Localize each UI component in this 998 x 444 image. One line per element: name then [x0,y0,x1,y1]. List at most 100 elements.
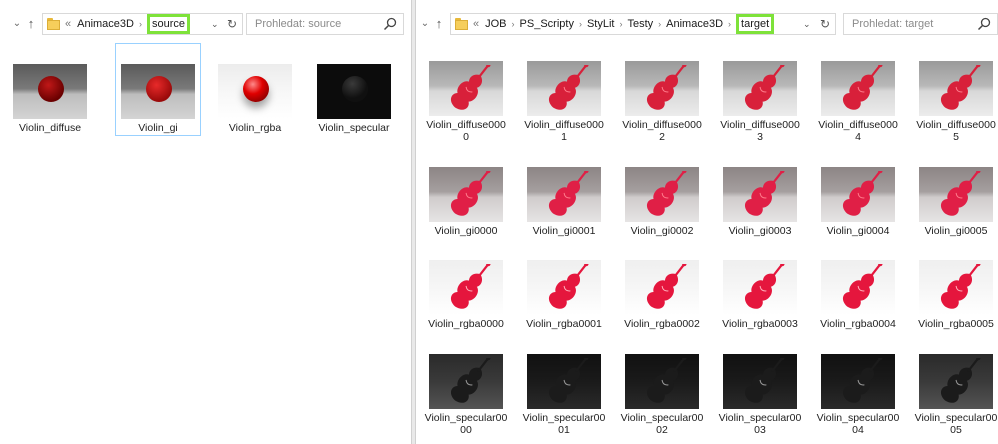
file-item[interactable]: Violin_gi0001 [522,167,606,237]
source-breadcrumb: « Animace3D › source [65,14,191,34]
breadcrumb-separator-icon[interactable]: › [139,14,142,34]
breadcrumb-stylit[interactable]: StyLit [587,14,615,34]
file-thumbnail [429,354,503,409]
file-item[interactable]: Violin_rgba0002 [620,260,704,330]
file-item[interactable]: Violin_specular [312,44,396,135]
file-item[interactable]: Violin_gi [115,43,201,136]
file-name: Violin_diffuse0005 [916,119,996,143]
file-name: Violin_rgba0005 [918,318,994,330]
file-item[interactable]: Violin_specular0004 [816,354,900,436]
file-item[interactable]: Violin_diffuse [8,44,92,135]
file-thumbnail [429,167,503,222]
file-item[interactable]: Violin_diffuse0005 [914,61,998,143]
file-name: Violin_gi0005 [924,225,988,237]
file-thumbnail [821,354,895,409]
violin-render [940,65,981,110]
file-name: Violin_diffuse0000 [426,119,506,143]
violin-render [940,358,981,403]
breadcrumb-target-current[interactable]: target [736,14,775,34]
file-thumbnail [919,61,993,116]
breadcrumb-animace3d[interactable]: Animace3D [77,14,134,34]
file-name: Violin_specular0000 [424,412,508,436]
file-name: Violin_specular0001 [522,412,606,436]
recent-locations-icon[interactable]: ⌄ [10,15,24,33]
source-pane: ⌄ ↑ « Animace3D › source ⌄ ↻ Prohledat: sou… [0,0,411,444]
refresh-icon[interactable]: ↻ [820,14,830,34]
file-item[interactable]: Violin_rgba0000 [424,260,508,330]
target-breadcrumb: «JOB › PS_Scripty › StyLit › Testy › Animace3D › t… [473,14,775,34]
file-item[interactable]: Violin_diffuse0000 [424,61,508,143]
file-thumbnail [121,64,195,119]
violin-render [744,171,785,216]
breadcrumb-separator-icon[interactable]: › [658,14,661,34]
up-arrow-icon[interactable]: ↑ [24,15,38,33]
file-name: Violin_gi [138,122,178,134]
folder-icon [455,18,468,30]
file-name: Violin_specular0002 [620,412,704,436]
file-item[interactable]: Violin_diffuse0001 [522,61,606,143]
address-dropdown-icon[interactable]: ⌄ [211,14,219,34]
file-item[interactable]: Violin_rgba0005 [914,260,998,330]
folder-icon [47,18,60,30]
file-thumbnail [625,61,699,116]
breadcrumb-overflow[interactable]: « [65,14,71,34]
file-item[interactable]: Violin_diffuse0004 [816,61,900,143]
violin-render [548,358,589,403]
file-item[interactable]: Violin_diffuse0003 [718,61,802,143]
file-name: Violin_rgba0001 [526,318,602,330]
file-item[interactable]: Violin_specular0002 [620,354,704,436]
source-address-bar[interactable]: « Animace3D › source ⌄ ↻ [42,13,243,35]
up-arrow-icon[interactable]: ↑ [432,15,446,33]
breadcrumb-separator-icon[interactable]: › [579,14,582,34]
file-thumbnail [527,354,601,409]
file-name: Violin_diffuse0002 [622,119,702,143]
file-item[interactable]: Violin_rgba0003 [718,260,802,330]
file-item[interactable]: Violin_specular0000 [424,354,508,436]
recent-locations-icon[interactable]: ⌄ [418,15,432,33]
refresh-icon[interactable]: ↻ [227,14,237,34]
file-name: Violin_rgba [228,122,282,134]
file-name: Violin_specular [318,122,390,134]
breadcrumb-source-current[interactable]: source [146,14,191,34]
file-name: Violin_specular0005 [914,412,998,436]
breadcrumb-separator-icon[interactable]: › [619,14,622,34]
file-name: Violin_gi0002 [630,225,694,237]
file-item[interactable]: Violin_rgba0001 [522,260,606,330]
file-thumbnail [723,260,797,315]
search-icon[interactable] [383,17,397,31]
breadcrumb-separator-icon[interactable]: › [728,14,731,34]
breadcrumb-testy[interactable]: Testy [627,14,653,34]
breadcrumb-overflow[interactable]: « [473,14,479,34]
breadcrumb-separator-icon[interactable]: › [512,14,515,34]
target-address-bar[interactable]: «JOB › PS_Scripty › StyLit › Testy › Animace3D › t… [450,13,836,35]
file-item[interactable]: Violin_gi0003 [718,167,802,237]
breadcrumb-ps-scripty[interactable]: PS_Scripty [520,14,574,34]
violin-render [450,358,491,403]
breadcrumb-job[interactable]: JOB [485,14,506,34]
search-icon[interactable] [977,17,991,31]
address-dropdown-icon[interactable]: ⌄ [803,14,811,34]
source-search-input[interactable]: Prohledat: source [246,13,404,35]
violin-render [548,65,589,110]
file-item[interactable]: Violin_gi0005 [914,167,998,237]
file-thumbnail [429,61,503,116]
file-item[interactable]: Violin_specular0001 [522,354,606,436]
file-name: Violin_rgba0002 [624,318,700,330]
file-name: Violin_specular0004 [816,412,900,436]
file-item[interactable]: Violin_rgba0004 [816,260,900,330]
file-thumbnail [919,354,993,409]
file-item[interactable]: Violin_specular0005 [914,354,998,436]
file-item[interactable]: Violin_diffuse0002 [620,61,704,143]
file-item[interactable]: Violin_gi0002 [620,167,704,237]
target-search-input[interactable]: Prohledat: target [843,13,998,35]
violin-render [842,264,883,309]
file-item[interactable]: Violin_gi0004 [816,167,900,237]
violin-render [744,358,785,403]
file-item[interactable]: Violin_specular0003 [718,354,802,436]
breadcrumb-animace3d[interactable]: Animace3D [666,14,723,34]
search-placeholder: Prohledat: source [255,18,342,30]
file-name: Violin_gi0001 [532,225,596,237]
file-item[interactable]: Violin_gi0000 [424,167,508,237]
file-name: Violin_diffuse0004 [818,119,898,143]
file-item[interactable]: Violin_rgba [213,44,297,135]
